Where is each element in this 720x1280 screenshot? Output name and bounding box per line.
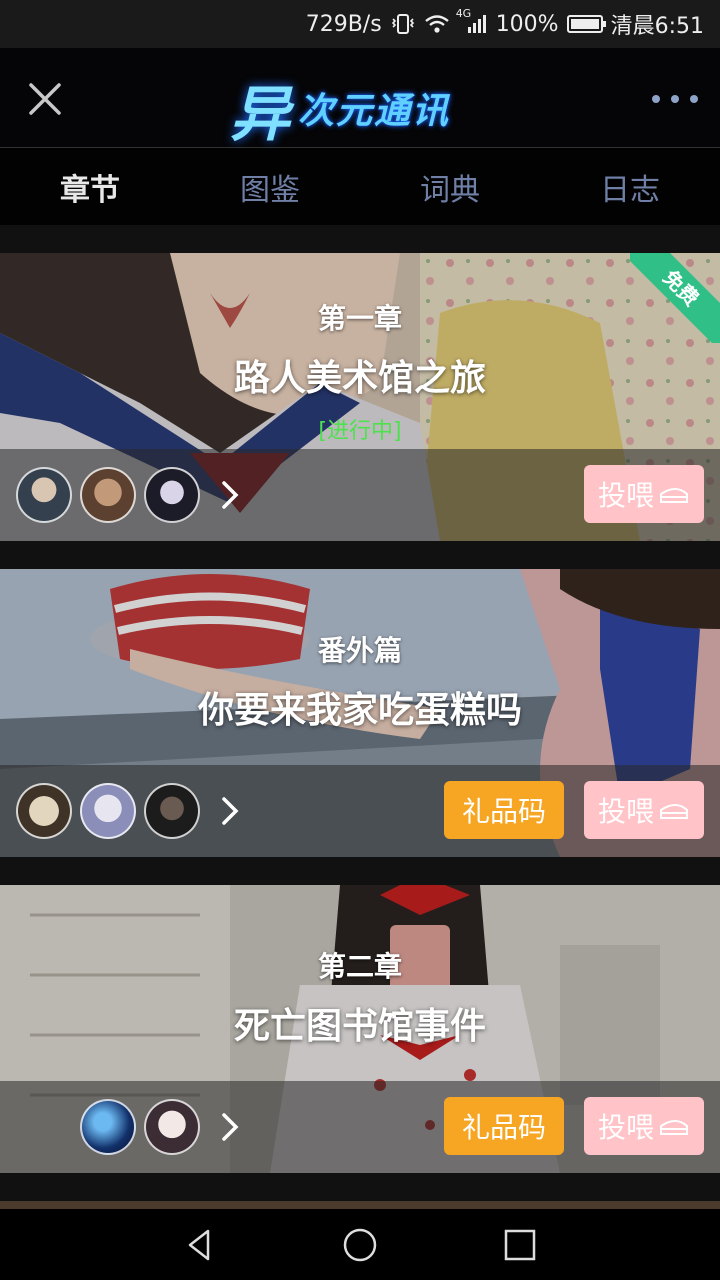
avatar	[144, 783, 200, 839]
chapter-title: 路人美术馆之旅	[233, 358, 486, 399]
wifi-icon	[424, 13, 450, 35]
logo-text: 次元通讯	[298, 91, 451, 132]
close-button[interactable]	[22, 76, 68, 122]
avatar	[16, 783, 72, 839]
recents-icon[interactable]	[500, 1225, 540, 1265]
signal-icon: 4G	[456, 7, 488, 35]
tab-bar: 章节 图鉴 词典 日志	[0, 149, 720, 225]
chapter-subtitle: 第一章	[317, 302, 402, 335]
more-icon-dot	[690, 95, 698, 103]
battery-icon	[566, 15, 606, 33]
battery-percent: 100%	[495, 11, 559, 37]
chapter-status: [进行中]	[318, 419, 402, 444]
feed-button[interactable]: 投喂	[584, 781, 704, 839]
tab-dictionary[interactable]: 词典	[360, 149, 540, 225]
avatar	[80, 783, 136, 839]
status-bar: 729B/s 4G 100% 清晨6:51	[0, 0, 720, 48]
chapter-titles: 番外篇 你要来我家吃蛋糕吗	[0, 629, 720, 733]
tab-gallery[interactable]: 图鉴	[180, 149, 360, 225]
chapter-list: 免费 第一章 路人美术馆之旅 [进行中] 投喂 番外篇 你要来我家吃蛋糕吗 礼品…	[0, 225, 720, 1209]
tab-log[interactable]: 日志	[540, 149, 720, 225]
chapter-title: 死亡图书馆事件	[233, 1006, 486, 1047]
chapter-card-2[interactable]: 番外篇 你要来我家吃蛋糕吗 礼品码 投喂	[0, 569, 720, 857]
more-icon-dot	[652, 95, 660, 103]
avatar	[144, 1099, 200, 1155]
participant-avatars[interactable]	[16, 783, 200, 839]
logo-glyph: 异	[230, 80, 290, 150]
network-speed: 729B/s	[305, 11, 382, 37]
chevron-right-icon[interactable]	[210, 791, 250, 831]
gift-code-button[interactable]: 礼品码	[444, 781, 564, 839]
avatar	[16, 467, 72, 523]
more-button[interactable]	[652, 84, 698, 114]
vibrate-icon	[390, 13, 416, 35]
system-nav-bar	[0, 1209, 720, 1280]
chevron-right-icon[interactable]	[210, 1107, 250, 1147]
app-header: 异 次元通讯	[0, 48, 720, 150]
avatar	[144, 467, 200, 523]
avatar	[80, 1099, 136, 1155]
avatar	[80, 467, 136, 523]
cake-icon	[660, 804, 688, 819]
tab-chapters[interactable]: 章节	[0, 149, 180, 225]
gift-code-button[interactable]: 礼品码	[444, 1097, 564, 1155]
chapter-action-bar: 投喂	[0, 449, 720, 541]
chapter-action-bar: 礼品码 投喂	[0, 765, 720, 857]
participant-avatars[interactable]	[16, 467, 200, 523]
participant-avatars[interactable]	[80, 1099, 200, 1155]
chapter-title: 你要来我家吃蛋糕吗	[197, 690, 522, 731]
next-card-edge	[0, 1201, 720, 1209]
chapter-card-3[interactable]: 第二章 死亡图书馆事件 礼品码 投喂	[0, 885, 720, 1173]
chapter-subtitle: 第二章	[317, 950, 402, 983]
cake-icon	[660, 1120, 688, 1135]
chevron-right-icon[interactable]	[210, 475, 250, 515]
chapter-titles: 第二章 死亡图书馆事件	[0, 945, 720, 1049]
network-type: 4G	[455, 7, 472, 20]
more-icon-dot	[671, 95, 679, 103]
close-icon	[29, 83, 61, 115]
feed-button[interactable]: 投喂	[584, 1097, 704, 1155]
back-icon[interactable]	[180, 1225, 220, 1265]
chapter-action-bar: 礼品码 投喂	[0, 1081, 720, 1173]
chapter-subtitle: 番外篇	[317, 634, 402, 667]
chapter-titles: 第一章 路人美术馆之旅 [进行中]	[0, 297, 720, 445]
clock: 清晨6:51	[610, 14, 704, 39]
cake-icon	[660, 488, 688, 503]
chapter-card-1[interactable]: 免费 第一章 路人美术馆之旅 [进行中] 投喂	[0, 253, 720, 541]
feed-button[interactable]: 投喂	[584, 465, 704, 523]
home-icon[interactable]	[340, 1225, 380, 1265]
app-logo: 异 次元通讯	[230, 64, 480, 150]
